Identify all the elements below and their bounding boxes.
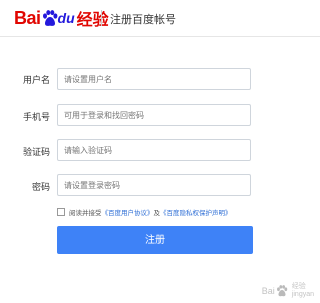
- site-header: Bai du 经验 注册百度帐号: [0, 0, 320, 37]
- header-divider: [101, 10, 102, 26]
- phone-input[interactable]: [57, 104, 251, 126]
- logo-jingyan-text: 经验: [76, 12, 109, 29]
- agreement-prefix: 阅读并接受: [69, 209, 102, 217]
- logo-bai-text: Bai: [14, 7, 41, 28]
- watermark-jingyan-cn: 经验: [291, 283, 306, 290]
- agreement-checkbox[interactable]: [57, 208, 65, 216]
- password-label: 密码: [31, 183, 50, 193]
- verification-code-label: 验证码: [22, 148, 50, 158]
- username-input[interactable]: [57, 68, 251, 90]
- watermark-paw-icon: [276, 285, 288, 297]
- verification-code-input[interactable]: [57, 139, 251, 161]
- agreement-row: 阅读并接受 《百度用户协议》 及 《百度隐私权保护声明》: [57, 206, 232, 218]
- baidu-paw-icon: [42, 9, 57, 26]
- baidu-jingyan-watermark: Bai 经验 jingyan: [262, 283, 314, 299]
- logo-du-text: du: [57, 10, 75, 26]
- watermark-jingyan-pinyin: jingyan: [291, 291, 314, 298]
- watermark-jingyan-text: 经验 jingyan: [292, 283, 314, 299]
- phone-label: 手机号: [22, 113, 50, 123]
- username-label: 用户名: [22, 76, 50, 86]
- password-input[interactable]: [57, 174, 251, 196]
- register-button[interactable]: 注册: [57, 226, 253, 254]
- user-agreement-link[interactable]: 《百度用户协议》: [102, 207, 154, 217]
- page-title: 注册百度帐号: [110, 13, 176, 26]
- watermark-bai-text: Bai: [261, 286, 275, 296]
- baidu-jingyan-logo[interactable]: Bai du 经验: [14, 7, 109, 30]
- privacy-policy-link[interactable]: 《百度隐私权保护声明》: [160, 207, 232, 217]
